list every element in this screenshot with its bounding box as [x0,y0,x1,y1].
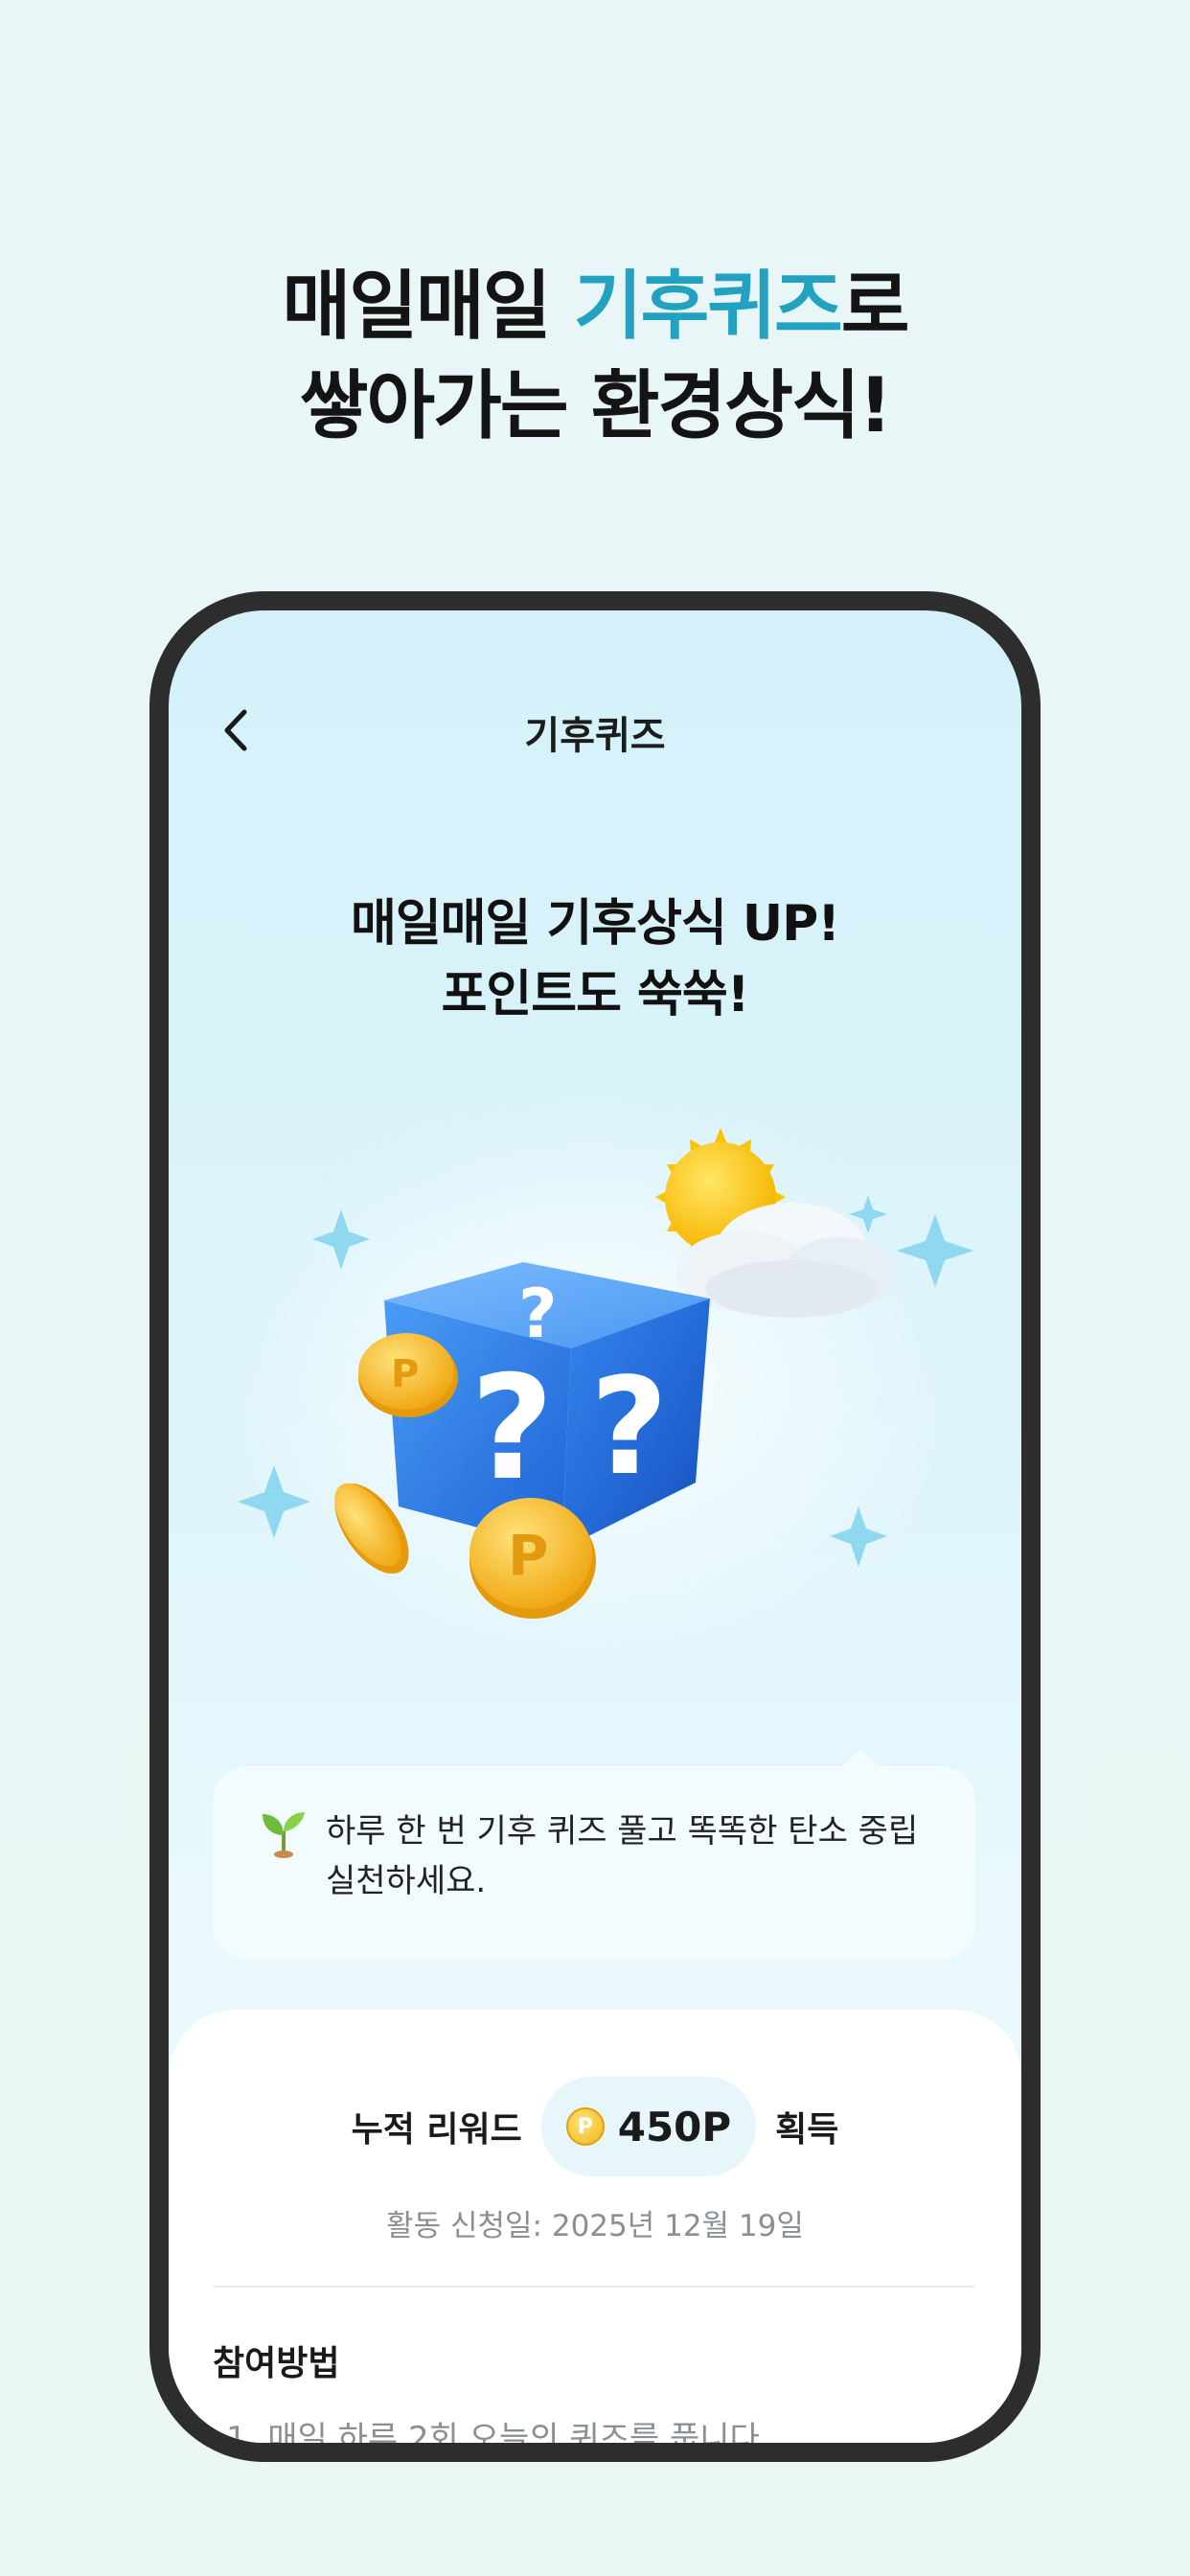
svg-text:?: ? [518,1275,558,1353]
nav-title: 기후퀴즈 [524,714,666,758]
headline-text-end: 로 [840,264,910,350]
quiz-illustration: ? ? ? P P [207,1090,973,1665]
app-screen: 기후퀴즈 매일매일 기후상식 UP! 포인트도 쑥쑥! ? ? ? P P 하루… [169,610,1021,2443]
how-to-step: 1. 매일 하루 2회 오늘의 퀴즈를 풉니다. [226,2420,770,2458]
points-value: 450P [617,2103,732,2150]
info-text: 하루 한 번 기후 퀴즈 풀고 똑똑한 탄소 중립 실천하세요. [326,1812,919,1900]
promo-headline-line1: 매일매일 기후퀴즈로 [0,257,1190,356]
coin-icon: P [565,2107,605,2146]
sprout-icon [263,1812,305,1858]
info-box: 하루 한 번 기후 퀴즈 풀고 똑똑한 탄소 중립 실천하세요. [213,1749,975,1960]
reward-card: 누적 리워드 P 450P 획득 활동 신청일: 2025년 12월 19일 참… [169,2010,1021,2443]
reward-row: 누적 리워드 P 450P 획득 [169,2077,1021,2176]
phone-frame: 기후퀴즈 매일매일 기후상식 UP! 포인트도 쑥쑥! ? ? ? P P 하루… [149,591,1041,2462]
svg-text:P: P [508,1523,549,1588]
promo-headline-line2: 쌓아가는 환경상식! [299,363,893,449]
reward-label: 누적 리워드 [351,2110,522,2150]
promo-headline: 매일매일 기후퀴즈로 쌓아가는 환경상식! [0,257,1190,456]
hero-title: 매일매일 기후상식 UP! 포인트도 쑥쑥! [169,888,1021,1030]
activity-date: 활동 신청일: 2025년 12월 19일 [386,2209,804,2243]
svg-text:?: ? [470,1346,554,1512]
reward-suffix: 획득 [775,2110,839,2150]
divider [213,2286,975,2288]
svg-text:P: P [391,1352,419,1396]
how-to-title: 참여방법 [213,2344,340,2383]
headline-accent: 기후퀴즈 [573,264,843,350]
points-badge: P 450P [540,2077,757,2176]
headline-text: 매일매일 [282,264,574,350]
hero-title-line1: 매일매일 기후상식 UP! [351,895,840,953]
svg-text:?: ? [590,1349,668,1506]
hero-title-line2: 포인트도 쑥쑥! [441,966,750,1024]
